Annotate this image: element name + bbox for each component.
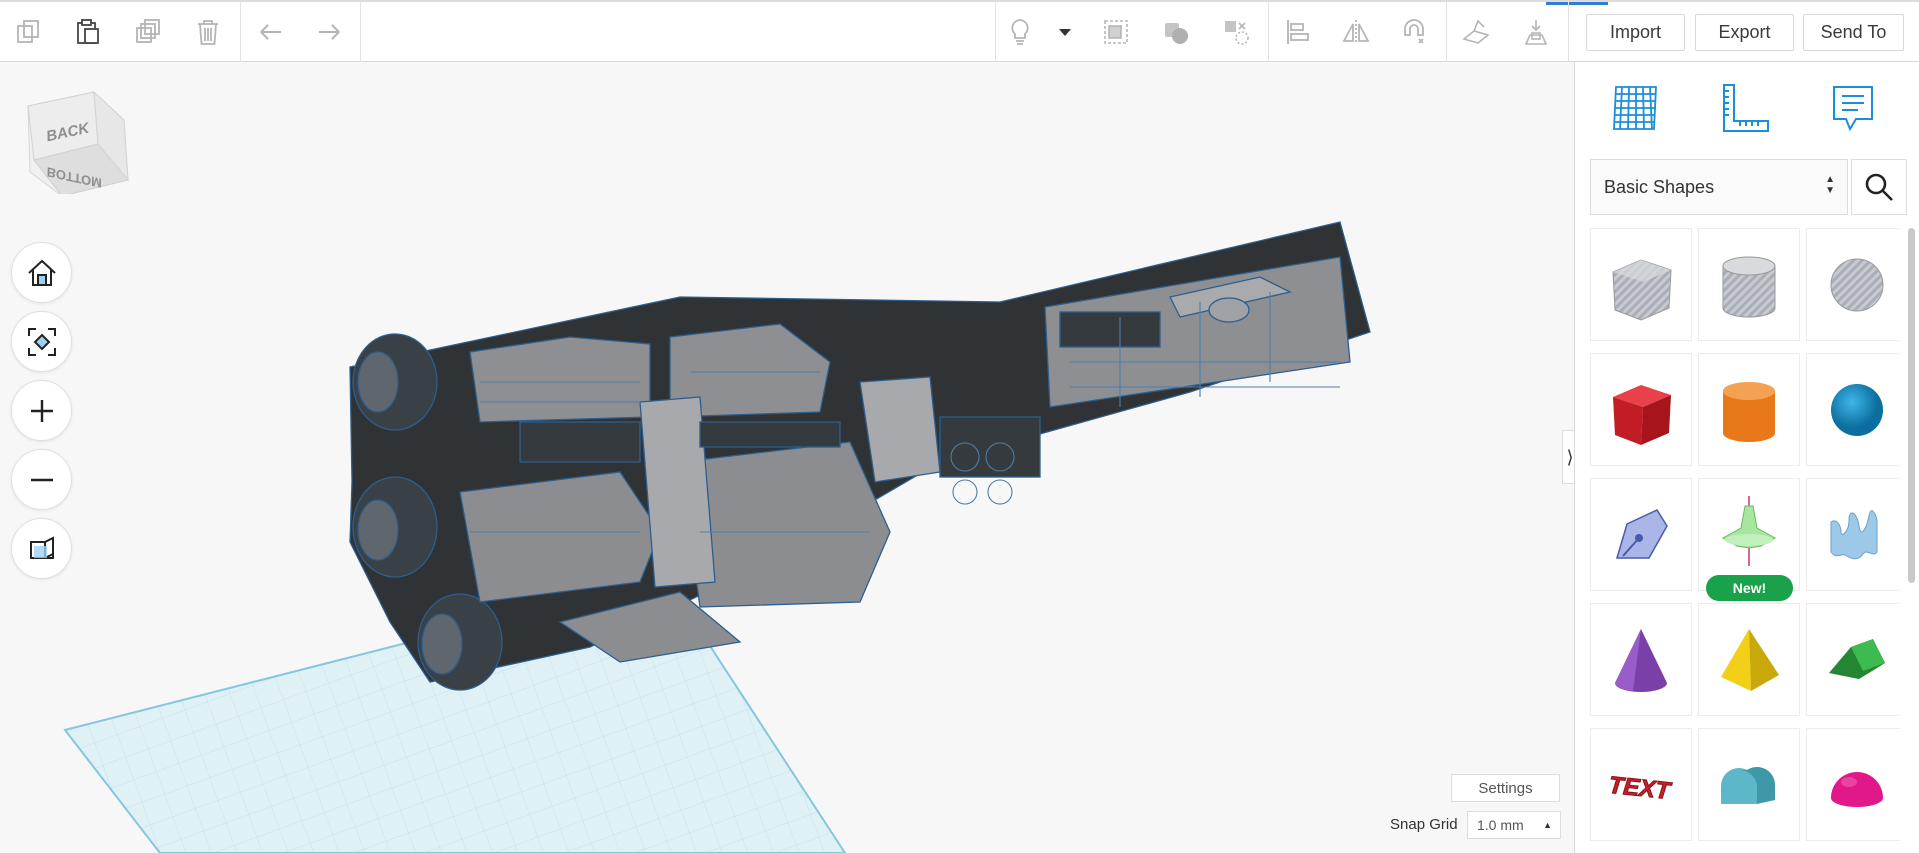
top-toolbar: Import Export Send To (0, 0, 1919, 62)
toolbar-divider (1568, 2, 1569, 62)
shape-roof[interactable] (1806, 603, 1900, 716)
notes-icon[interactable] (1823, 78, 1883, 138)
select-arrows-icon: ▲ ▼ (1825, 174, 1835, 196)
toolbar-divider (1446, 2, 1447, 62)
fit-view-button[interactable] (11, 311, 72, 372)
drop-icon[interactable] (1516, 12, 1556, 52)
shapes-panel: Basic Shapes ▲ ▼ New! TEXT (1574, 62, 1919, 853)
shape-scribble[interactable] (1590, 478, 1692, 591)
shape-revolver[interactable]: New! (1698, 478, 1800, 601)
shapes-grid: New! TEXT (1590, 228, 1900, 853)
toolbar-divider (360, 2, 361, 62)
send-to-button[interactable]: Send To (1803, 14, 1904, 51)
shape-cone[interactable] (1590, 603, 1692, 716)
trash-icon[interactable] (188, 12, 228, 52)
shape-text[interactable]: TEXT (1590, 728, 1692, 841)
copy-icon[interactable] (9, 12, 49, 52)
mirror-icon[interactable] (1336, 12, 1376, 52)
shapes-scrollbar[interactable] (1908, 228, 1915, 583)
chevron-down-icon[interactable] (1046, 12, 1084, 52)
import-button[interactable]: Import (1586, 14, 1685, 51)
settings-button[interactable]: Settings (1451, 774, 1560, 802)
shape-half-sphere[interactable] (1806, 728, 1900, 841)
search-icon (1865, 173, 1893, 201)
lightbulb-icon[interactable] (1000, 12, 1040, 52)
snap-grid-select[interactable]: 1.0 mm ▲ (1467, 811, 1561, 839)
ungroup-icon[interactable] (1156, 12, 1196, 52)
shape-pyramid[interactable] (1698, 603, 1800, 716)
perspective-toggle-button[interactable] (11, 518, 72, 579)
shape-category-select[interactable]: Basic Shapes ▲ ▼ (1590, 159, 1848, 215)
undo-icon[interactable] (252, 12, 292, 52)
scene (63, 221, 1371, 853)
snap-grid-label: Snap Grid (1390, 816, 1458, 833)
solid-hole-icon[interactable] (1216, 12, 1256, 52)
group-icon[interactable] (1096, 12, 1136, 52)
text-shape-label: TEXT (1607, 771, 1673, 805)
active-tab-indicator (1546, 2, 1608, 5)
shape-sphere[interactable] (1806, 353, 1900, 466)
shape-sphere-hole[interactable] (1806, 228, 1900, 341)
home-view-button[interactable] (11, 242, 72, 303)
tinkercad-editor: Import Export Send To BACK BOTTOM Settin… (0, 0, 1919, 853)
workplane-tool-icon[interactable] (1456, 12, 1496, 52)
duplicate-icon[interactable] (128, 12, 168, 52)
shape-generator[interactable] (1806, 478, 1900, 591)
search-shapes-button[interactable] (1851, 159, 1907, 215)
chevron-right-icon: ⟩ (1566, 446, 1574, 467)
workplane-grid-icon[interactable] (1605, 78, 1665, 138)
shape-half-cylinder[interactable] (1698, 728, 1800, 841)
spaceship-model[interactable] (349, 221, 1371, 691)
toolbar-divider (995, 2, 996, 62)
3d-viewport[interactable]: BACK BOTTOM Settings Snap Grid 1.0 mm ▲ (0, 62, 1574, 853)
view-cube[interactable]: BACK BOTTOM (22, 84, 132, 197)
align-icon[interactable] (1278, 12, 1318, 52)
export-button[interactable]: Export (1695, 14, 1794, 51)
snap-grid-value: 1.0 mm (1477, 817, 1524, 833)
toolbar-divider (1268, 2, 1269, 62)
paste-icon[interactable] (68, 12, 108, 52)
new-badge: New! (1706, 575, 1793, 601)
shape-box[interactable] (1590, 353, 1692, 466)
magnet-icon[interactable] (1394, 12, 1434, 52)
shape-cylinder-hole[interactable] (1698, 228, 1800, 341)
ruler-icon[interactable] (1715, 78, 1775, 138)
redo-icon[interactable] (308, 12, 348, 52)
zoom-out-button[interactable] (11, 449, 72, 510)
shape-box-hole[interactable] (1590, 228, 1692, 341)
toolbar-divider (240, 2, 241, 62)
shape-category-value: Basic Shapes (1604, 176, 1715, 197)
shape-cylinder[interactable] (1698, 353, 1800, 466)
zoom-in-button[interactable] (11, 380, 72, 441)
caret-up-icon: ▲ (1543, 820, 1552, 830)
